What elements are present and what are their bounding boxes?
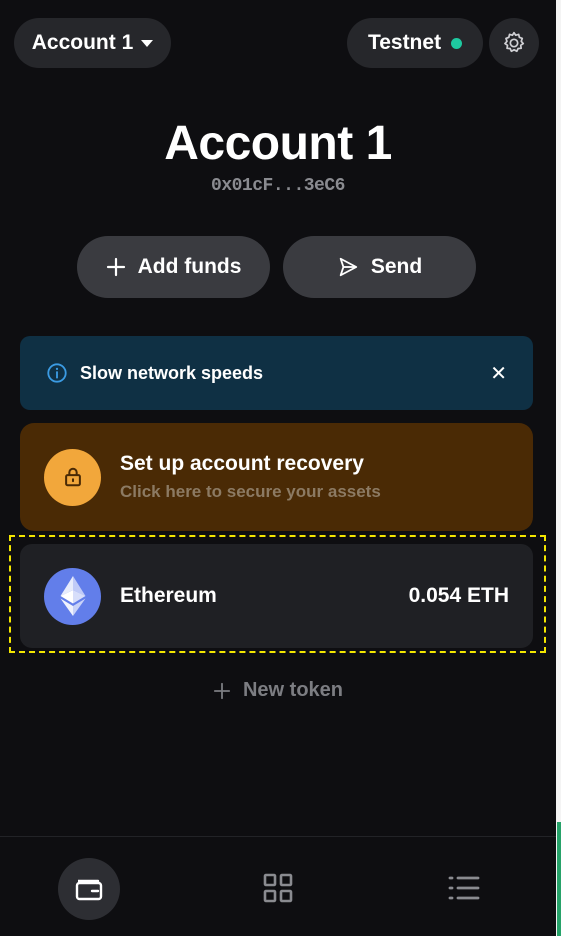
lock-icon [44, 448, 101, 506]
info-icon [46, 362, 68, 384]
network-selector[interactable]: Testnet [347, 18, 483, 68]
account-selector[interactable]: Account 1 [14, 18, 171, 68]
plus-icon [106, 257, 125, 277]
ethereum-icon [44, 567, 101, 625]
close-icon[interactable]: ✕ [490, 361, 507, 386]
apps-grid-icon [263, 873, 293, 903]
account-selector-label: Account 1 [31, 31, 134, 54]
gear-icon [504, 31, 525, 53]
activity-list-icon [448, 876, 480, 900]
alert-message: Slow network speeds [80, 362, 264, 383]
token-balance: 0.054 ETH [408, 584, 509, 607]
account-address[interactable]: 0x01cF...3eC6 [0, 176, 556, 196]
chevron-down-icon [141, 39, 154, 47]
window-edge [556, 0, 561, 936]
settings-button[interactable] [489, 18, 539, 68]
plus-icon [213, 682, 231, 699]
token-name: Ethereum [120, 584, 217, 607]
bottom-nav-divider [0, 836, 556, 837]
send-label: Send [370, 255, 423, 278]
nav-apps-tab[interactable] [258, 868, 298, 908]
recovery-subtitle: Click here to secure your assets [120, 482, 381, 501]
nav-activity-tab[interactable] [444, 868, 484, 908]
network-label: Testnet [367, 31, 442, 54]
token-row-ethereum[interactable]: Ethereum 0.054 ETH [20, 544, 533, 648]
window-edge-accent [557, 822, 561, 936]
account-name: Account 1 [164, 117, 392, 170]
account-recovery-card[interactable]: Set up account recovery Click here to se… [20, 423, 533, 531]
send-icon [339, 257, 357, 277]
recovery-title: Set up account recovery [120, 452, 364, 475]
add-funds-label: Add funds [137, 255, 242, 278]
wallet-icon [75, 879, 103, 901]
new-token-button[interactable]: New token [0, 679, 556, 702]
add-funds-button[interactable]: Add funds [77, 236, 270, 298]
new-token-label: New token [242, 679, 344, 701]
send-button[interactable]: Send [283, 236, 476, 298]
network-status-dot [451, 37, 463, 49]
network-alert-banner: Slow network speeds ✕ [20, 336, 533, 410]
nav-wallet-tab[interactable] [58, 858, 120, 920]
